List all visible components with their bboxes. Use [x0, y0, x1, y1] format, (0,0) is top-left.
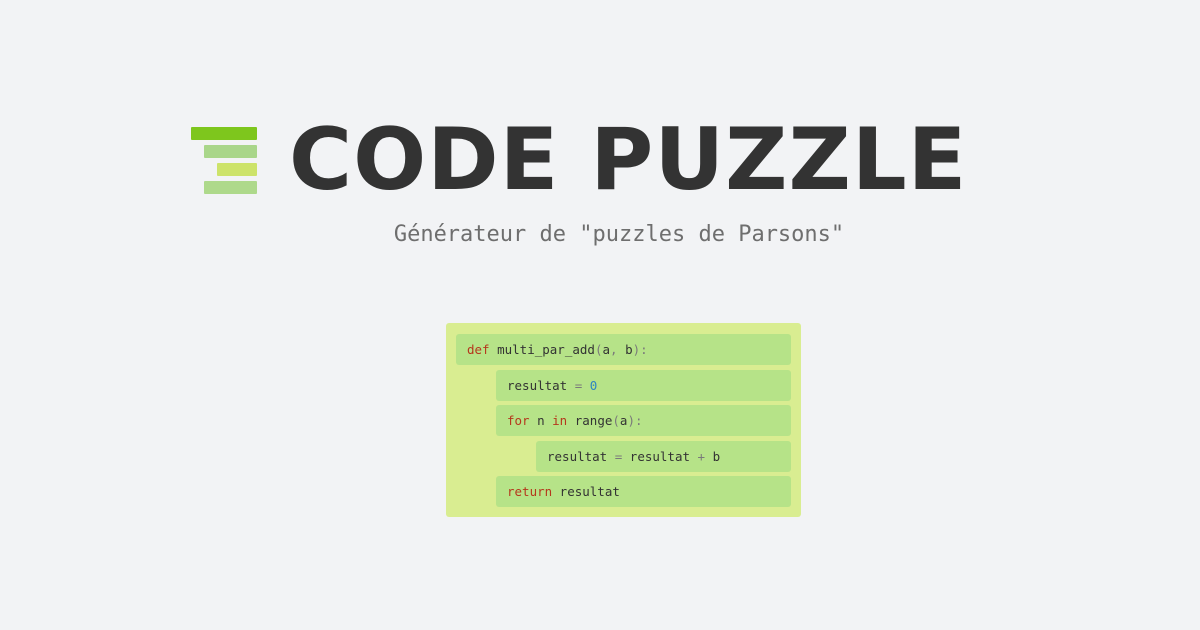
logo-icon: [191, 127, 257, 194]
code-token: def: [467, 342, 490, 357]
code-token: multi_par_add: [489, 342, 595, 357]
code-token: ):: [632, 342, 648, 357]
site-title: CODE PUZZLE: [289, 110, 968, 210]
code-token: +: [690, 448, 713, 464]
code-token: for: [507, 413, 530, 428]
code-block[interactable]: resultat = 0: [496, 369, 791, 401]
logo-bar: [191, 127, 257, 140]
logo-bar: [217, 163, 257, 176]
site-subtitle: Générateur de "puzzles de Parsons": [393, 222, 845, 247]
code-token: ,: [610, 342, 626, 357]
code-block[interactable]: resultat = resultat + b: [536, 440, 791, 472]
code-token: resultat: [629, 448, 691, 464]
code-token: (: [612, 413, 620, 428]
puzzle-panel: def multi_par_add(a, b): resultat = 0 for …: [446, 323, 801, 517]
code-token: range: [567, 413, 613, 428]
code-block[interactable]: def multi_par_add(a, b):: [456, 334, 791, 365]
logo-bar: [204, 181, 257, 194]
code-token: in: [552, 413, 568, 428]
code-token: resultat: [552, 484, 620, 499]
code-token: b: [712, 448, 721, 464]
code-token: =: [607, 448, 630, 464]
code-token: 0: [589, 377, 598, 393]
code-block[interactable]: return resultat: [496, 476, 791, 507]
code-block[interactable]: for n in range(a):: [496, 405, 791, 436]
code-token: return: [507, 484, 553, 499]
code-token: resultat: [507, 377, 568, 393]
code-token: b: [625, 342, 633, 357]
code-token: resultat: [547, 448, 608, 464]
code-token: =: [567, 377, 590, 393]
code-token: n: [529, 413, 553, 428]
code-token: ):: [627, 413, 643, 428]
logo-bar: [204, 145, 257, 158]
code-token: a: [602, 342, 610, 357]
